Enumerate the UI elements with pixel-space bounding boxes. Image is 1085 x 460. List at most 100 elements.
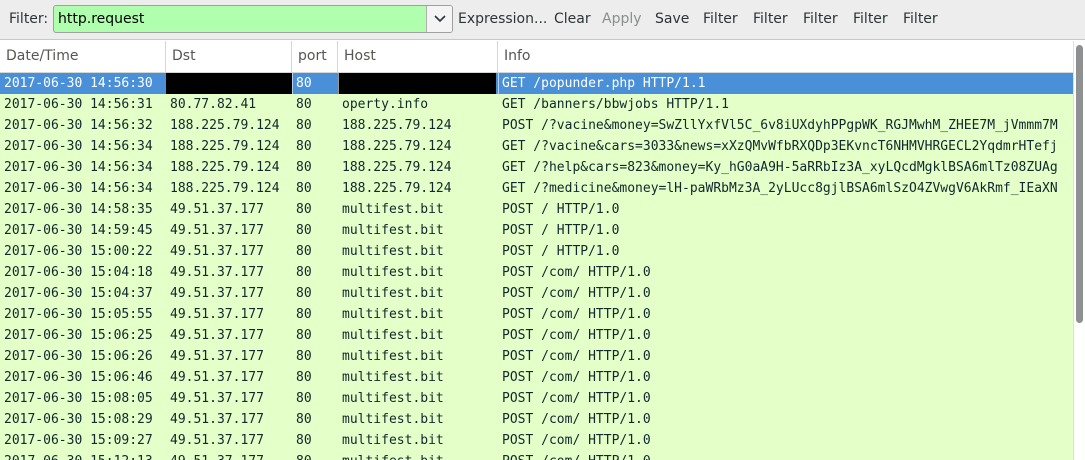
filter-button-3[interactable]: Filter [803, 11, 838, 27]
cell-port: 80 [296, 349, 312, 364]
table-row[interactable]: 2017-06-30 15:04:37 49.51.37.177 80 multife… [0, 283, 1073, 304]
cell-port: 80 [296, 286, 312, 301]
cell-datetime: 2017-06-30 14:56:32 [4, 118, 153, 133]
cell-port: 80 [296, 265, 312, 280]
cell-datetime: 2017-06-30 14:56:30 [4, 76, 153, 91]
cell-datetime: 2017-06-30 15:09:27 [4, 433, 153, 448]
table-row[interactable]: 2017-06-30 15:00:22 49.51.37.177 80 multife… [0, 241, 1073, 262]
packet-list-header: Date/Time Dst port Host Info [0, 41, 1073, 73]
table-row[interactable]: 2017-06-30 15:12:1349.51.37.17780multife… [0, 451, 1073, 460]
column-header-dst[interactable]: Dst [166, 41, 292, 72]
cell-info: GET /?medicine&money=lH-paWRbMz3A_2yLUcc… [502, 181, 1058, 196]
cell-dst: 49.51.37.177 [170, 349, 264, 364]
cell-info: POST /com/ HTTP/1.0 [502, 391, 651, 406]
cell-dst: 49.51.37.177 [170, 265, 264, 280]
apply-button[interactable]: Apply [602, 11, 642, 27]
cell-info: POST /com/ HTTP/1.0 [502, 433, 651, 448]
cell-port: 80 [296, 328, 312, 343]
table-row[interactable]: 2017-06-30 15:06:25 49.51.37.177 80 multife… [0, 325, 1073, 346]
cell-datetime: 2017-06-30 15:12:13 [0, 451, 166, 460]
cell-host: multifest.bit [342, 244, 444, 259]
save-button[interactable]: Save [655, 11, 689, 27]
cell-host: multifest.bit [342, 370, 444, 385]
redaction-bar [338, 73, 496, 94]
cell-datetime: 2017-06-30 15:04:37 [4, 286, 153, 301]
filter-combobox[interactable] [53, 5, 453, 33]
filter-button-5[interactable]: Filter [903, 11, 938, 27]
table-row[interactable]: 2017-06-30 14:56:34 188.225.79.124 80 188.2… [0, 136, 1073, 157]
cell-port: 80 [296, 97, 312, 112]
cell-dst: 49.51.37.177 [170, 391, 264, 406]
column-header-host[interactable]: Host [338, 41, 498, 72]
cell-dst: 49.51.37.177 [170, 307, 264, 322]
table-row[interactable]: 2017-06-30 14:59:45 49.51.37.177 80 multife… [0, 220, 1073, 241]
table-row[interactable]: 2017-06-30 14:58:35 49.51.37.177 80 multife… [0, 199, 1073, 220]
cell-datetime: 2017-06-30 15:08:05 [4, 391, 153, 406]
table-row[interactable]: 2017-06-30 14:56:34 188.225.79.124 80 188.2… [0, 157, 1073, 178]
cell-host: multifest.bit [342, 202, 444, 217]
cell-info: POST / HTTP/1.0 [502, 202, 620, 217]
cell-dst: 49.51.37.177 [170, 328, 264, 343]
cell-info: POST /com/ HTTP/1.0 [498, 451, 1073, 460]
cell-port: 80 [296, 139, 312, 154]
vertical-scrollbar[interactable] [1073, 41, 1085, 460]
table-row[interactable]: 2017-06-30 14:56:32 188.225.79.124 80 188.2… [0, 115, 1073, 136]
cell-info: POST /com/ HTTP/1.0 [502, 412, 651, 427]
cell-dst: 49.51.37.177 [170, 412, 264, 427]
cell-info: GET /?help&cars=823&money=Ky_hG0aA9H-5aR… [502, 160, 1058, 175]
cell-datetime: 2017-06-30 14:58:35 [4, 202, 153, 217]
cell-port: 80 [296, 307, 312, 322]
cell-datetime: 2017-06-30 15:06:46 [4, 370, 153, 385]
filter-label: Filter: [9, 11, 49, 27]
cell-info: GET /?vacine&cars=3033&news=xXzQMvWfbRXQ… [502, 139, 1058, 154]
filter-dropdown-button[interactable] [426, 6, 452, 32]
filter-button-4[interactable]: Filter [853, 11, 888, 27]
table-row[interactable]: 2017-06-30 15:04:18 49.51.37.177 80 multife… [0, 262, 1073, 283]
cell-port: 80 [292, 451, 338, 460]
table-row[interactable]: 2017-06-30 15:06:26 49.51.37.177 80 multife… [0, 346, 1073, 367]
column-divider [292, 73, 293, 94]
table-row-selected[interactable]: 2017-06-30 14:56:30 80 GET /popunder.php H… [0, 73, 1073, 94]
table-row[interactable]: 2017-06-30 15:06:46 49.51.37.177 80 multife… [0, 367, 1073, 388]
table-row[interactable]: 2017-06-30 14:56:31 80.77.82.41 80 operty.i… [0, 94, 1073, 115]
cell-info: POST / HTTP/1.0 [502, 223, 620, 238]
filter-input[interactable] [54, 6, 428, 32]
cell-datetime: 2017-06-30 15:08:29 [4, 412, 153, 427]
table-row[interactable]: 2017-06-30 15:05:55 49.51.37.177 80 multife… [0, 304, 1073, 325]
clear-button[interactable]: Clear [554, 11, 591, 27]
filter-button-2[interactable]: Filter [753, 11, 788, 27]
cell-port: 80 [296, 412, 312, 427]
column-header-port[interactable]: port [292, 41, 338, 72]
cell-port: 80 [296, 181, 312, 196]
cell-dst: 49.51.37.177 [170, 370, 264, 385]
cell-info: GET /popunder.php HTTP/1.1 [502, 76, 706, 91]
column-header-info[interactable]: Info [498, 41, 1073, 72]
column-header-datetime[interactable]: Date/Time [0, 41, 166, 72]
filter-button-1[interactable]: Filter [703, 11, 738, 27]
cell-host: multifest.bit [342, 433, 444, 448]
expression-button[interactable]: Expression... [458, 11, 547, 27]
table-row[interactable]: 2017-06-30 15:08:05 49.51.37.177 80 multife… [0, 388, 1073, 409]
cell-dst: 49.51.37.177 [170, 286, 264, 301]
cell-host: 188.225.79.124 [342, 181, 452, 196]
table-row[interactable]: 2017-06-30 15:09:27 49.51.37.177 80 multife… [0, 430, 1073, 451]
scrollbar-thumb[interactable] [1076, 45, 1083, 323]
cell-info: GET /banners/bbwjobs HTTP/1.1 [502, 97, 729, 112]
packet-list: Date/Time Dst port Host Info 2017-06-30 … [0, 41, 1073, 460]
cell-host: multifest.bit [342, 307, 444, 322]
cell-datetime: 2017-06-30 15:06:25 [4, 328, 153, 343]
cell-dst: 49.51.37.177 [170, 202, 264, 217]
cell-dst: 188.225.79.124 [170, 160, 280, 175]
cell-host: multifest.bit [338, 451, 498, 460]
column-divider [498, 73, 499, 94]
cell-host: 188.225.79.124 [342, 139, 452, 154]
cell-host: multifest.bit [342, 391, 444, 406]
table-row[interactable]: 2017-06-30 15:08:29 49.51.37.177 80 multife… [0, 409, 1073, 430]
cell-info: POST /com/ HTTP/1.0 [502, 286, 651, 301]
cell-port: 80 [296, 391, 312, 406]
chevron-down-icon [433, 15, 446, 23]
table-row[interactable]: 2017-06-30 14:56:34 188.225.79.124 80 188.2… [0, 178, 1073, 199]
cell-port: 80 [296, 118, 312, 133]
cell-dst: 49.51.37.177 [170, 244, 264, 259]
cell-dst: 49.51.37.177 [170, 433, 264, 448]
